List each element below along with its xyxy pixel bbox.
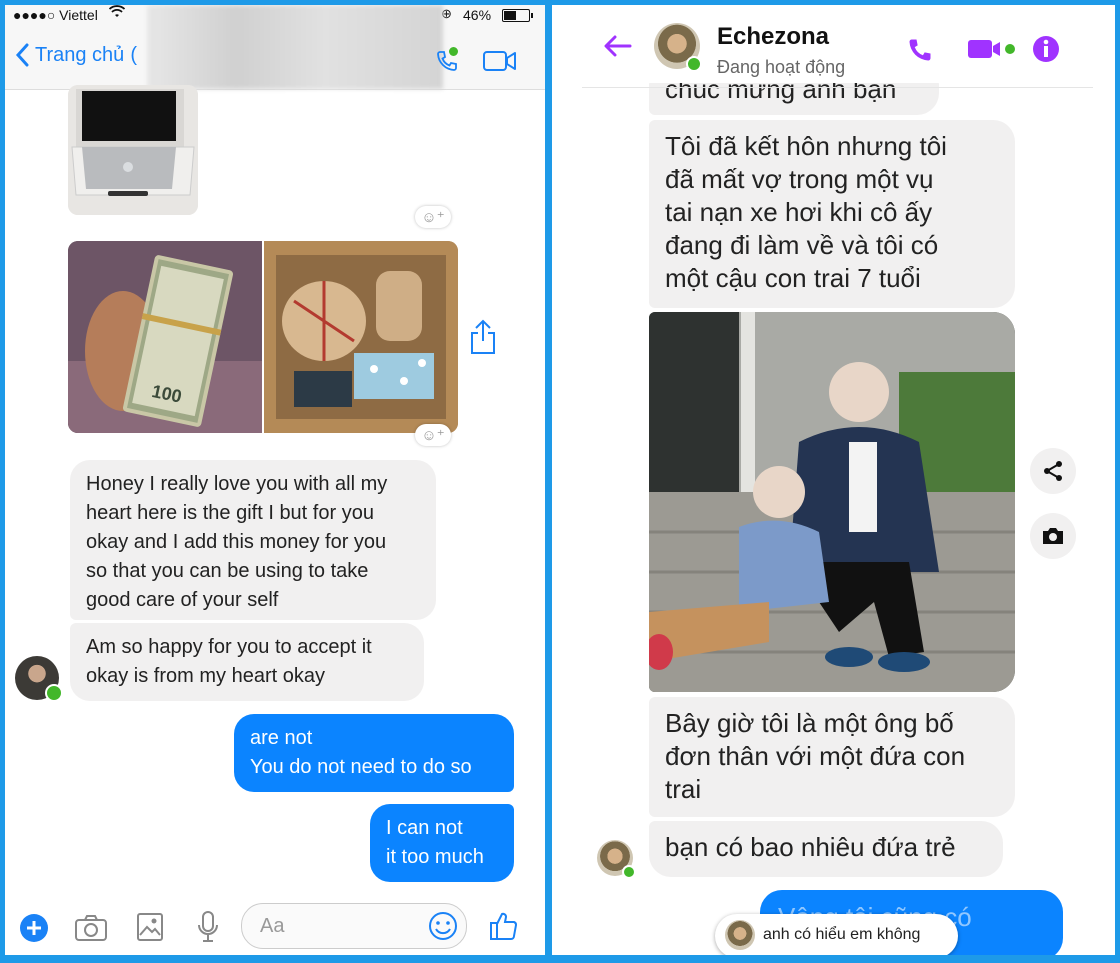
father-son-photo[interactable] [649, 312, 1015, 692]
info-icon[interactable] [1032, 35, 1060, 68]
smiley-plus-icon: ☺⁺ [421, 209, 445, 226]
incoming-message[interactable]: Bây giờ tôi là một ông bố đơn thân với m… [649, 697, 1015, 817]
online-status-dot [447, 45, 460, 58]
camera-button[interactable] [1030, 513, 1076, 559]
outgoing-message[interactable]: are not You do not need to do so [234, 714, 514, 792]
message-input-placeholder: Aa [260, 915, 285, 937]
contact-status: Đang hoạt động [717, 57, 846, 77]
contact-avatar [725, 920, 755, 950]
phone-call-icon[interactable] [906, 36, 934, 69]
contact-name: Echezona [717, 23, 830, 50]
incoming-message[interactable]: Am so happy for you to accept it okay is… [70, 623, 424, 701]
back-label: Trang chủ [35, 43, 125, 66]
share-button[interactable] [1030, 448, 1076, 494]
message-notification[interactable]: anh có hiểu em không [715, 914, 958, 955]
header-divider [582, 87, 1093, 88]
cash-photo[interactable]: 100 [68, 241, 262, 433]
share-icon [1044, 461, 1062, 481]
outgoing-message[interactable]: I can not it too much [370, 804, 514, 882]
microphone-icon[interactable] [197, 911, 219, 948]
right-screenshot: chúc mừng anh bạn Echezona Đang hoạt độn… [552, 5, 1115, 955]
camera-icon [1043, 528, 1063, 544]
video-call-icon[interactable] [483, 51, 517, 76]
react-button[interactable]: ☺⁺ [415, 206, 451, 228]
online-status-dot [686, 56, 702, 72]
chat-header: Trang chủ ( [5, 5, 545, 90]
video-call-icon[interactable] [968, 39, 1018, 64]
incoming-message[interactable]: bạn có bao nhiêu đứa trẻ [649, 821, 1003, 877]
back-label-paren: ( [130, 43, 137, 66]
chat-header: Echezona Đang hoạt động [552, 5, 1115, 83]
plus-icon[interactable] [19, 913, 49, 948]
gift-box-photo[interactable] [264, 241, 458, 433]
share-icon[interactable] [469, 319, 497, 360]
online-status-dot [622, 865, 636, 879]
notification-text: anh có hiểu em không [763, 926, 921, 943]
back-arrow-icon[interactable] [604, 35, 632, 62]
incoming-message[interactable]: Tôi đã kết hôn nhưng tôi đã mất vợ trong… [649, 120, 1015, 308]
battery-percent: 46% [463, 7, 492, 23]
back-button[interactable]: Trang chủ ( [15, 43, 137, 67]
battery-icon [502, 9, 533, 22]
camera-icon[interactable] [75, 915, 107, 946]
smiley-plus-icon: ☺⁺ [421, 427, 445, 444]
online-status-dot [45, 684, 63, 702]
left-screenshot: ●●●●○ Viettel ⊕ 46% Trang chủ (☺⁺ 100 ☺… [5, 5, 545, 955]
blurred-contact-name [147, 5, 443, 89]
incoming-message[interactable]: Honey I really love you with all my hear… [70, 460, 436, 620]
carrier-label: ●●●●○ Viettel [13, 7, 98, 23]
message-composer: Aa [5, 895, 545, 955]
chevron-left-icon [15, 43, 29, 67]
react-button[interactable]: ☺⁺ [415, 424, 451, 446]
wifi-icon [108, 5, 126, 22]
image-gallery-icon[interactable] [137, 913, 163, 946]
laptop-photo[interactable] [68, 85, 198, 215]
emoji-icon[interactable] [428, 911, 458, 941]
message-input[interactable]: Aa [241, 903, 467, 949]
thumbs-up-icon[interactable] [489, 911, 519, 946]
